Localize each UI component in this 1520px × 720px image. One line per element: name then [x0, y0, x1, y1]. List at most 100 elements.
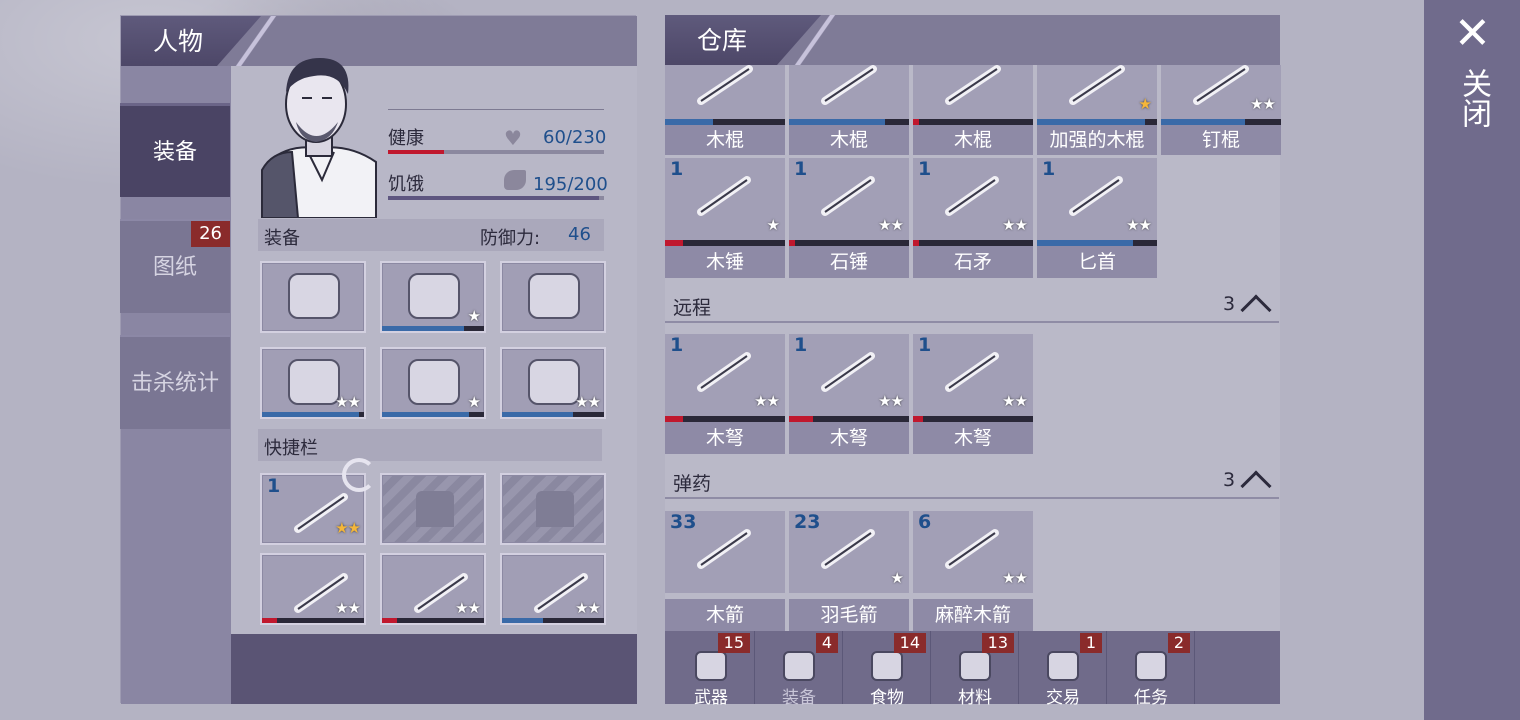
storage-item[interactable]: 1 ★★ 石矛	[913, 158, 1033, 278]
nail-club-icon	[1191, 65, 1251, 107]
wooden-club-icon	[943, 65, 1003, 107]
ranged-count: 3	[1223, 293, 1236, 315]
jacket-icon	[528, 273, 580, 319]
ammo-section-header[interactable]: 弹药 3	[665, 461, 1279, 502]
quickbar-slot[interactable]	[500, 473, 606, 545]
rarity-stars: ★	[890, 569, 904, 587]
storage-item[interactable]: 木棍	[665, 65, 785, 155]
character-portrait	[258, 52, 382, 218]
storage-item[interactable]: 1 ★★ 石锤	[789, 158, 909, 278]
wooden-club-icon	[695, 65, 755, 107]
equipment-slot[interactable]: ★	[380, 347, 486, 419]
nav-tab-label: 武器	[694, 688, 728, 708]
quickbar-slot[interactable]	[380, 473, 486, 545]
item-label: 石矛	[913, 246, 1033, 278]
storage-item[interactable]: 1 ★★ 匕首	[1037, 158, 1157, 278]
defense-value: 46	[568, 224, 591, 245]
ammo-title: 弹药	[673, 473, 712, 495]
tab-blueprints-label: 图纸	[152, 255, 197, 280]
nav-tab-label: 装备	[782, 688, 816, 708]
rarity-stars: ★★	[1002, 216, 1028, 234]
storage-item[interactable]: 1 ★★ 木弩	[913, 334, 1033, 454]
gloves-icon	[288, 359, 340, 405]
nav-badge: 14	[893, 633, 926, 653]
rarity-stars: ★★	[575, 599, 601, 617]
sneakers-icon	[528, 359, 580, 405]
equipment-slot[interactable]	[260, 261, 366, 333]
item-label: 木箭	[665, 599, 785, 631]
header-stripe	[780, 15, 850, 65]
nav-tab[interactable]: 武器 15	[667, 631, 755, 708]
health-label: 健康	[388, 128, 424, 149]
crossbow-icon	[819, 348, 879, 396]
nav-tab[interactable]: 材料 13	[931, 631, 1019, 708]
rarity-stars: ★★	[1126, 216, 1152, 234]
nav-tab[interactable]: 装备 4	[755, 631, 843, 708]
item-label: 木棍	[913, 125, 1033, 155]
equipment-slot[interactable]: ★★	[260, 347, 366, 419]
storage-item[interactable]: 6 ★★ 麻醉木箭	[913, 511, 1033, 631]
chevron-up-icon[interactable]	[1240, 294, 1272, 326]
item-label: 钉棍	[1161, 125, 1281, 155]
rarity-stars: ★★	[575, 393, 601, 411]
wooden-hammer-icon	[695, 172, 755, 220]
durability-bar	[382, 618, 484, 623]
storage-item[interactable]: 木棍	[913, 65, 1033, 155]
item-count: 1	[918, 334, 932, 356]
equipment-slot[interactable]	[500, 261, 606, 333]
equipment-slot[interactable]: ★	[380, 261, 486, 333]
rarity-stars: ★★	[1002, 392, 1028, 410]
quickbar-slot[interactable]: ★★	[380, 553, 486, 625]
item-label: 木弩	[665, 422, 785, 454]
nav-tab[interactable]: 任务 2	[1107, 631, 1195, 708]
nav-badge: 15	[717, 633, 750, 653]
storage-item[interactable]: 木棍	[789, 65, 909, 155]
rarity-stars: ★	[1138, 95, 1152, 113]
storage-item[interactable]: ★ 加强的木棍	[1037, 65, 1157, 155]
dagger-icon	[1067, 172, 1127, 220]
storage-item[interactable]: 23 ★ 羽毛箭	[789, 511, 909, 631]
close-label[interactable]: 关闭	[1454, 68, 1491, 128]
close-panel[interactable]: ✕ 关闭	[1424, 0, 1520, 720]
tab-equipment[interactable]: 装备	[120, 103, 230, 197]
nav-badge: 1	[1079, 633, 1102, 653]
key-icon	[1135, 651, 1167, 681]
item-count: 1	[794, 334, 808, 356]
defense-label: 防御力:	[480, 228, 541, 249]
nav-badge: 2	[1167, 633, 1190, 653]
rarity-stars: ★★	[335, 599, 361, 617]
nav-badge: 13	[981, 633, 1014, 653]
item-label: 木棍	[665, 125, 785, 155]
item-count: 6	[918, 511, 932, 533]
rarity-stars: ★★	[1250, 95, 1276, 113]
item-count: 33	[670, 511, 697, 533]
item-image	[665, 65, 785, 119]
item-label: 匕首	[1037, 246, 1157, 278]
item-label: 羽毛箭	[789, 599, 909, 631]
quickbar-slot[interactable]: ★★	[500, 553, 606, 625]
stone-spear-icon	[943, 172, 1003, 220]
rarity-stars: ★★	[335, 393, 361, 411]
close-icon[interactable]: ✕	[1454, 12, 1491, 56]
tab-blueprints[interactable]: 图纸 26	[120, 219, 230, 313]
durability-bar	[262, 618, 364, 623]
storage-item[interactable]: 1 ★★ 木弩	[665, 334, 785, 454]
storage-item[interactable]: 1 ★★ 木弩	[789, 334, 909, 454]
hunger-label: 饥饿	[388, 174, 424, 195]
ranged-section-header[interactable]: 远程 3	[665, 285, 1279, 326]
durability-bar	[502, 618, 604, 623]
tab-kill-stats[interactable]: 击杀统计	[120, 335, 230, 429]
chevron-up-icon[interactable]	[1240, 470, 1272, 502]
item-label: 麻醉木箭	[913, 599, 1033, 631]
storage-item[interactable]: 1 ★ 木锤	[665, 158, 785, 278]
storage-item[interactable]: ★★ 钉棍	[1161, 65, 1281, 155]
nav-tab[interactable]: 交易 1	[1019, 631, 1107, 708]
equipment-slot[interactable]: ★★	[500, 347, 606, 419]
nav-tab[interactable]: 食物 14	[843, 631, 931, 708]
swap-icon[interactable]	[342, 458, 376, 492]
rarity-stars: ★★	[335, 519, 361, 537]
quickbar-slot[interactable]: ★★	[260, 553, 366, 625]
equipment-section-title: 装备	[264, 228, 300, 249]
storage-item[interactable]: 33 木箭	[665, 511, 785, 631]
panel-footer	[231, 634, 637, 704]
